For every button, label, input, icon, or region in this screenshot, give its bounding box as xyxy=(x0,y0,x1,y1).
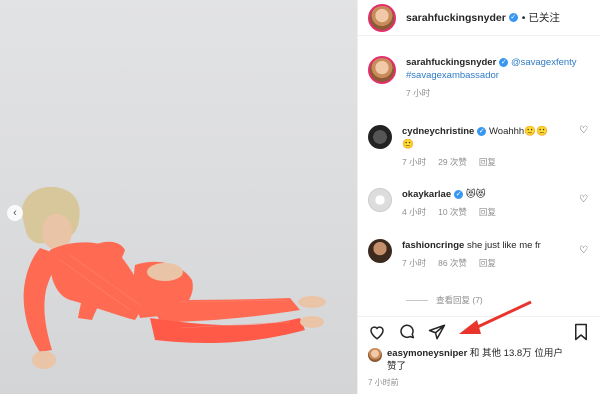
comment-icon[interactable] xyxy=(398,323,416,341)
comment-text: she just like me fr xyxy=(466,240,541,251)
like-comment-icon[interactable]: ♡ xyxy=(579,245,588,256)
like-comment-icon[interactable]: ♡ xyxy=(579,125,588,136)
share-icon[interactable] xyxy=(428,323,446,341)
comment-likes[interactable]: 86 次赞 xyxy=(438,258,467,268)
comment-item: cydneychristine ✓ Woahhh🙂🙂 🙂 7 小时 29 次赞 回复 … xyxy=(368,125,588,169)
comment-avatar[interactable] xyxy=(368,188,392,212)
likes-suffix: 赞了 xyxy=(387,361,407,372)
comment-item: fashioncringe she just like me fr 7 小时 86… xyxy=(368,239,588,270)
heart-icon[interactable] xyxy=(368,323,386,341)
prev-image-button[interactable]: ‹ xyxy=(7,205,23,221)
caption-avatar[interactable] xyxy=(368,56,396,84)
comment-text: 😻😻 xyxy=(465,189,486,200)
author-avatar[interactable] xyxy=(368,3,396,32)
like-comment-icon[interactable]: ♡ xyxy=(579,194,588,205)
comment-text: Woahhh🙂🙂 xyxy=(488,126,548,137)
caption-time: 7 小时 xyxy=(406,88,431,98)
follow-status[interactable]: • 已关注 xyxy=(522,10,560,25)
verified-icon: ✓ xyxy=(499,57,509,67)
post-image[interactable]: ‹ xyxy=(0,0,357,394)
reply-button[interactable]: 回复 xyxy=(479,258,496,268)
caption-hashtag[interactable]: #savagexambassador xyxy=(406,70,499,81)
photo-figure xyxy=(21,186,326,369)
comment-time: 7 小时 xyxy=(402,258,427,268)
comments-list: sarahfuckingsnyder ✓ @savagexfenty #savag… xyxy=(358,36,600,316)
verified-icon: ✓ xyxy=(477,126,487,136)
likes-summary: easymoneysniper 和 其他 13.8万 位用户 赞了 xyxy=(368,347,592,373)
comment-likes[interactable]: 10 次赞 xyxy=(438,207,467,217)
bookmark-icon[interactable] xyxy=(572,323,590,341)
verified-icon: ✓ xyxy=(454,189,464,199)
author-username[interactable]: sarahfuckingsnyder xyxy=(406,12,506,24)
comment-username[interactable]: okaykarlae xyxy=(402,189,451,200)
comment-avatar[interactable] xyxy=(368,125,392,149)
reply-button[interactable]: 回复 xyxy=(479,207,496,217)
liker-username[interactable]: easymoneysniper xyxy=(387,348,467,359)
comment-username[interactable]: fashioncringe xyxy=(402,240,464,251)
likes-count-text[interactable]: 和 其他 13.8万 位用户 xyxy=(470,348,563,359)
comment-text-cont: 🙂 xyxy=(402,139,414,150)
verified-icon: ✓ xyxy=(508,13,518,22)
comment-username[interactable]: cydneychristine xyxy=(402,126,474,137)
post-timestamp: 7 小时前 xyxy=(368,378,399,387)
liker-avatar[interactable] xyxy=(368,348,382,362)
comment-item: okaykarlae ✓ 😻😻 4 小时 10 次赞 回复 ♡ xyxy=(368,188,588,219)
comment-time: 7 小时 xyxy=(402,157,427,167)
caption-username[interactable]: sarahfuckingsnyder xyxy=(406,57,496,68)
reply-button[interactable]: 回复 xyxy=(479,157,496,167)
comment-time: 4 小时 xyxy=(402,207,427,217)
caption: sarahfuckingsnyder ✓ @savagexfenty #savag… xyxy=(368,56,588,100)
comment-likes[interactable]: 29 次赞 xyxy=(438,157,467,167)
comment-avatar[interactable] xyxy=(368,239,392,263)
post-header: sarahfuckingsnyder ✓ • 已关注 xyxy=(358,0,600,36)
annotation-arrow xyxy=(459,300,532,334)
caption-mention[interactable]: @savagexfenty xyxy=(511,57,577,68)
